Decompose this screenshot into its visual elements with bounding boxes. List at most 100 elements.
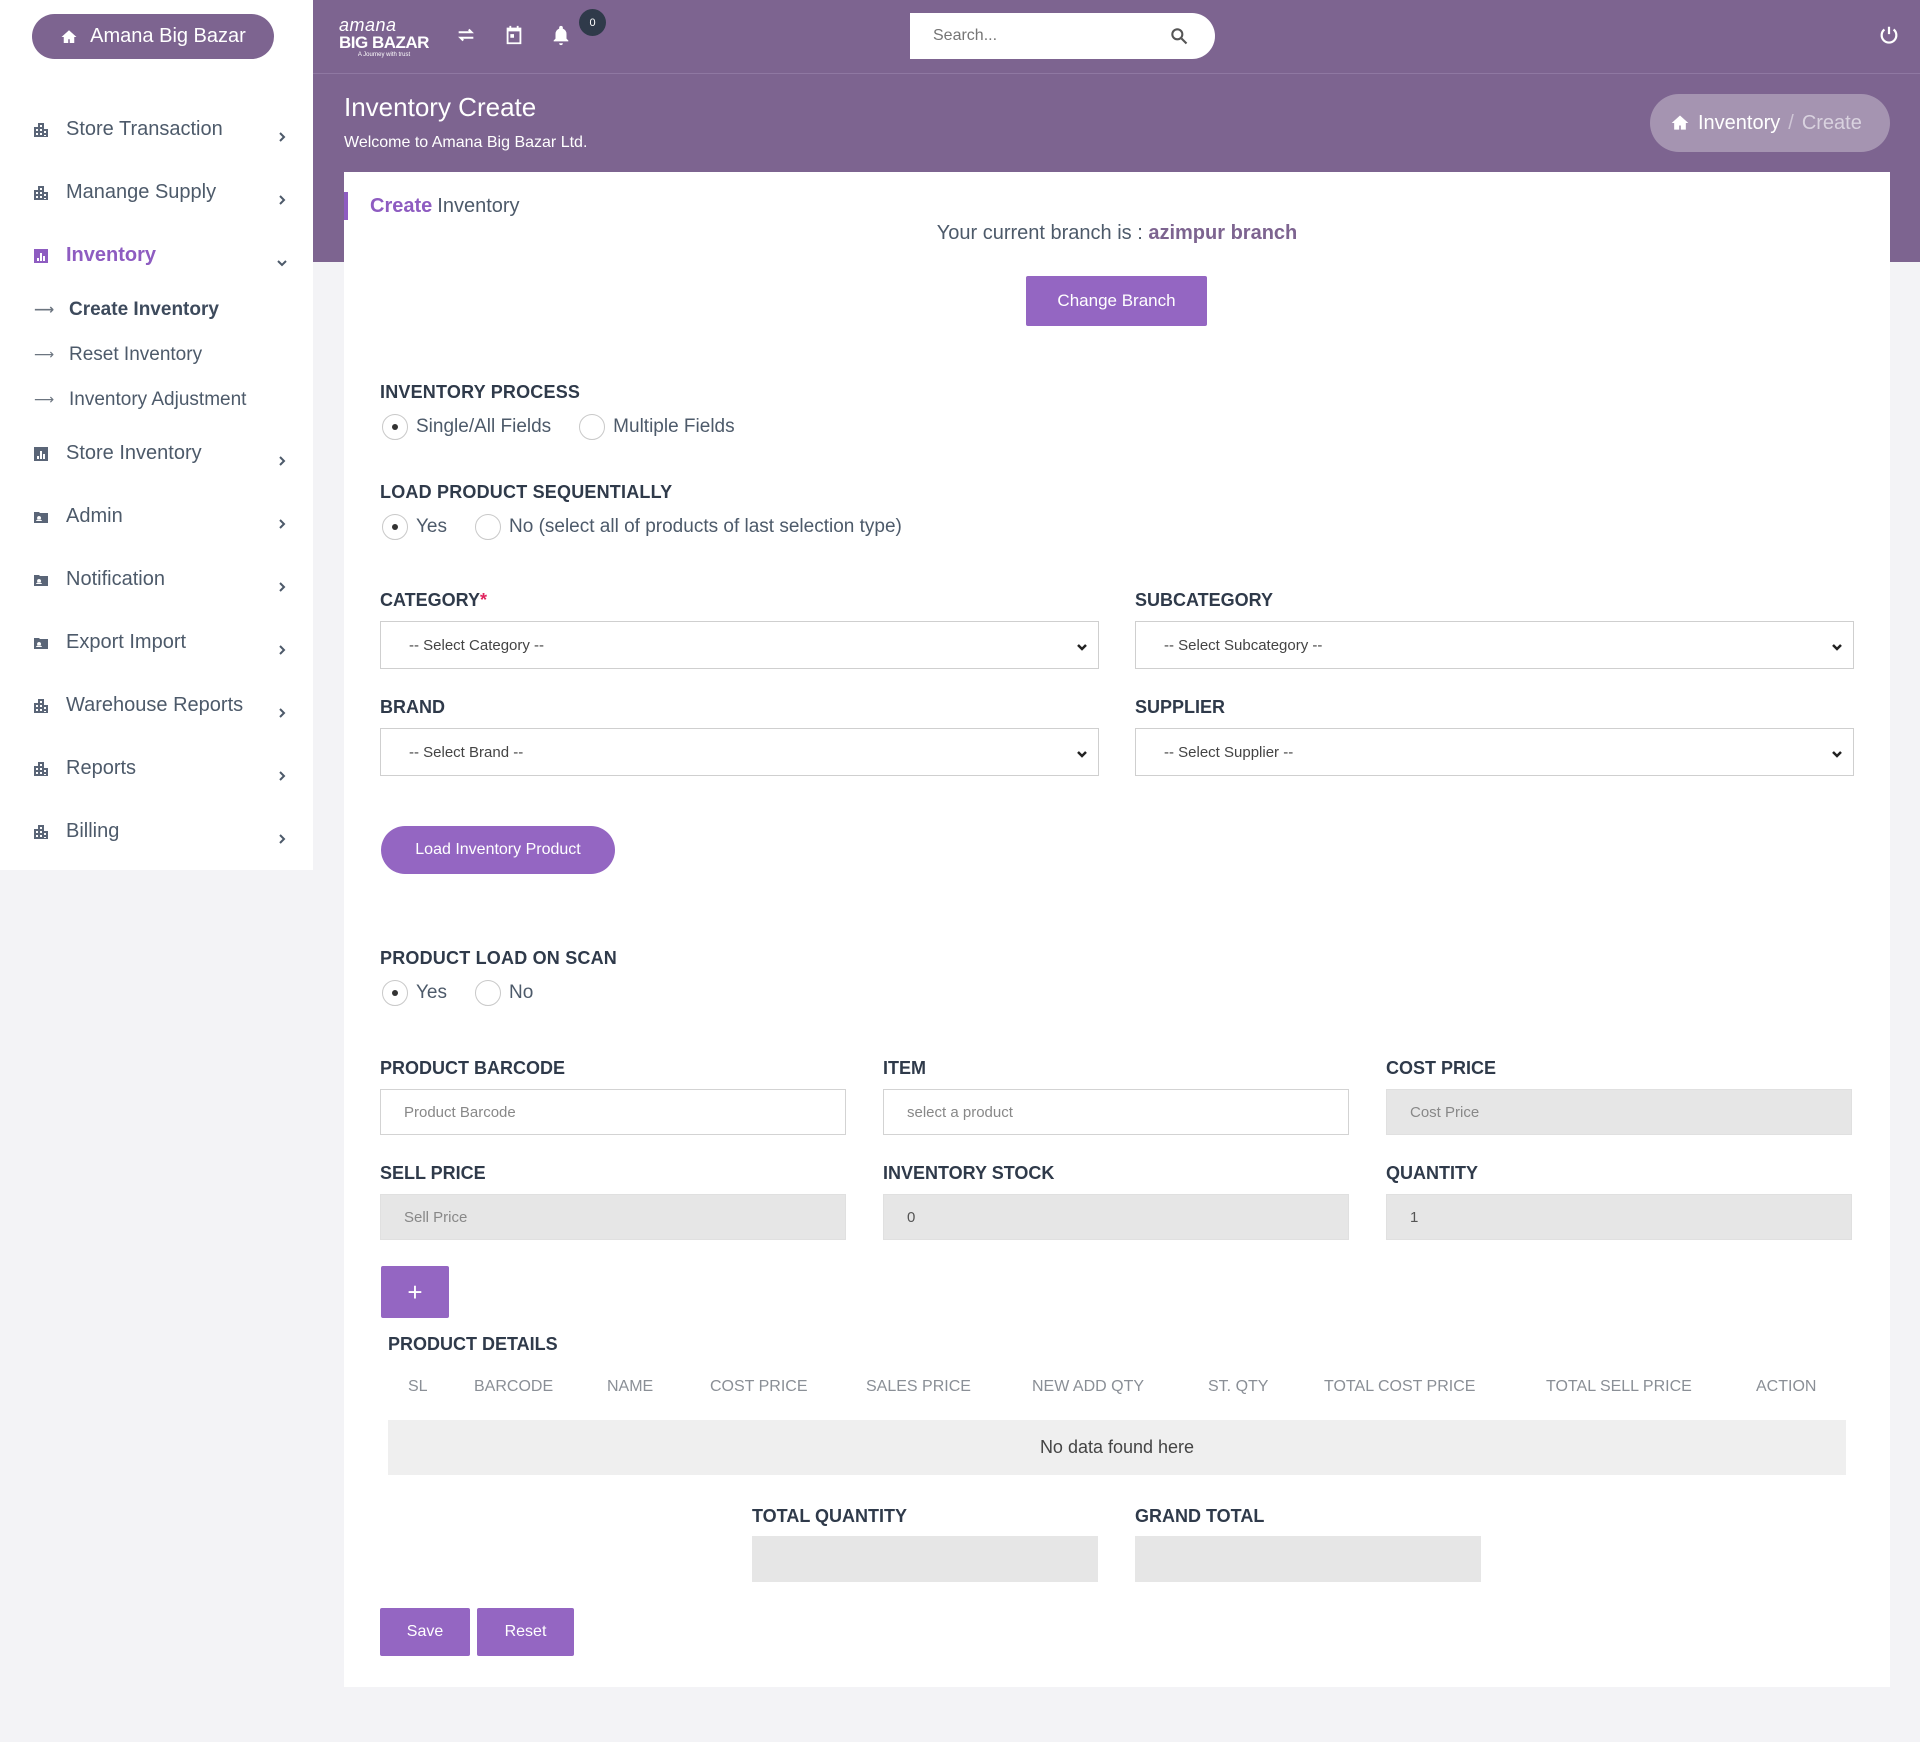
sidebar-subitem-inventory-adjustment[interactable]: ⟶ Inventory Adjustment [34,377,313,422]
radio-scan-yes[interactable]: Yes [382,980,447,1006]
load-sequential-radios: Yes No (select all of products of last s… [382,514,930,540]
load-sequential-label: LOAD PRODUCT SEQUENTIALLY [380,482,673,502]
radio-button[interactable] [475,980,501,1006]
chevron-right-icon [277,449,287,466]
sidebar-item-store-transaction[interactable]: Store Transaction [0,98,313,161]
sidebar-item-admin[interactable]: Admin [0,485,313,548]
table-empty-state: No data found here [388,1420,1846,1475]
swap-icon[interactable] [455,24,477,46]
column-header-st-qty: ST. QTY [1208,1378,1269,1395]
change-branch-button[interactable]: Change Branch [1026,276,1207,326]
breadcrumb-home[interactable]: Inventory [1698,112,1780,135]
sell-price-input: Sell Price [380,1194,846,1240]
search-input[interactable] [933,27,1153,45]
column-header-sales-price: SALES PRICE [866,1378,971,1395]
product-barcode-input[interactable]: Product Barcode [380,1089,846,1135]
radio-sequential-no[interactable]: No (select all of products of last selec… [475,514,902,540]
total-quantity-label: TOTAL QUANTITY [752,1506,907,1526]
chevron-right-icon [277,638,287,655]
radio-button[interactable] [382,414,408,440]
total-quantity-field [752,1536,1098,1582]
add-product-button[interactable]: + [381,1266,449,1318]
sidebar-item-label: Warehouse Reports [66,694,244,716]
sidebar-item-export-import[interactable]: Export Import [0,611,313,674]
search-box [910,13,1215,59]
breadcrumb-current: Create [1801,111,1862,134]
sidebar-subitem-reset-inventory[interactable]: ⟶ Reset Inventory [34,332,313,377]
subcategory-select-value: -- Select Subcategory -- [1164,636,1323,654]
item-select-input[interactable]: select a product [883,1089,1349,1135]
radio-button[interactable] [475,514,501,540]
save-button[interactable]: Save [380,1608,470,1656]
notification-count-badge: 0 [579,9,606,36]
logo-tagline: A Journey with trust [357,52,411,58]
sidebar-item-label: Admin [66,505,123,527]
id-card-icon [33,572,49,588]
sidebar-item-label: Manange Supply [66,181,217,203]
product-load-on-scan-label: PRODUCT LOAD ON SCAN [380,948,617,968]
chevron-down-icon [1831,747,1843,759]
sidebar-subitem-create-inventory[interactable]: ⟶ Create Inventory [34,287,313,332]
radio-button[interactable] [382,980,408,1006]
radio-single-all-fields[interactable]: Single/All Fields [382,414,551,440]
supplier-select[interactable]: -- Select Supplier -- [1135,728,1854,776]
radio-label: No [509,982,534,1003]
column-header-total-cost-price: TOTAL COST PRICE [1324,1378,1476,1395]
scan-radios: Yes No [382,980,561,1006]
sidebar-item-warehouse-reports[interactable]: Warehouse Reports [0,674,313,737]
column-header-new-add-qty: NEW ADD QTY [1032,1378,1145,1395]
home-icon [1671,115,1689,130]
building-icon [33,761,49,777]
sidebar-item-inventory[interactable]: Inventory [0,224,313,287]
brand-label: BRAND [380,697,445,717]
item-label: ITEM [883,1058,926,1078]
product-details-table-header: SL BARCODE NAME COST PRICE SALES PRICE N… [388,1368,1846,1408]
category-select[interactable]: -- Select Category -- [380,621,1099,669]
radio-label: No (select all of products of last selec… [509,516,902,537]
logo-line2: BIG BAZAR [339,33,429,52]
load-inventory-product-button[interactable]: Load Inventory Product [381,826,615,874]
card-title: Create Inventory [344,192,520,220]
subcategory-select[interactable]: -- Select Subcategory -- [1135,621,1854,669]
branch-name: azimpur branch [1148,222,1298,244]
inventory-submenu: ⟶ Create Inventory ⟶ Reset Inventory ⟶ I… [0,287,313,422]
sidebar-subitem-label: Create Inventory [69,298,219,320]
power-icon[interactable] [1878,24,1900,46]
bell-icon[interactable] [550,24,572,46]
chevron-down-icon [1076,747,1088,759]
radio-multiple-fields[interactable]: Multiple Fields [579,414,735,440]
inventory-stock-label: INVENTORY STOCK [883,1163,1055,1183]
sidebar-item-reports[interactable]: Reports [0,737,313,800]
radio-button[interactable] [382,514,408,540]
sidebar-item-label: Notification [66,568,165,590]
radio-sequential-yes[interactable]: Yes [382,514,447,540]
sidebar-item-store-inventory[interactable]: Store Inventory [0,422,313,485]
chart-icon [33,248,49,264]
chevron-right-icon [277,125,287,142]
inventory-stock-input: 0 [883,1194,1349,1240]
sidebar-item-label: Store Inventory [66,442,202,464]
radio-button[interactable] [579,414,606,440]
topbar: amana BIG BAZAR A Journey with trust 0 [313,0,1920,74]
search-icon[interactable] [1169,26,1189,46]
column-header-name: NAME [607,1378,654,1395]
brand-home-button[interactable]: Amana Big Bazar [32,14,274,59]
chevron-right-icon [277,827,287,844]
branch-prefix: Your current branch is : [936,222,1143,244]
app-logo[interactable]: amana BIG BAZAR A Journey with trust [339,16,429,58]
sell-price-label: SELL PRICE [380,1163,486,1183]
reset-button[interactable]: Reset [477,1608,574,1656]
radio-label: Yes [416,516,447,537]
radio-label: Multiple Fields [613,416,735,437]
cost-price-input: Cost Price [1386,1089,1852,1135]
sidebar-item-manange-supply[interactable]: Manange Supply [0,161,313,224]
sidebar-item-notification[interactable]: Notification [0,548,313,611]
inventory-process-label: INVENTORY PROCESS [380,382,581,402]
brand-select[interactable]: -- Select Brand -- [380,728,1099,776]
id-card-icon [33,509,49,525]
sidebar-item-billing[interactable]: Billing [0,800,313,863]
inventory-create-card: Create Inventory Your current branch is … [344,172,1890,1687]
calendar-icon[interactable] [503,24,525,46]
radio-scan-no[interactable]: No [475,980,533,1006]
sidebar-subitem-label: Reset Inventory [69,343,203,365]
